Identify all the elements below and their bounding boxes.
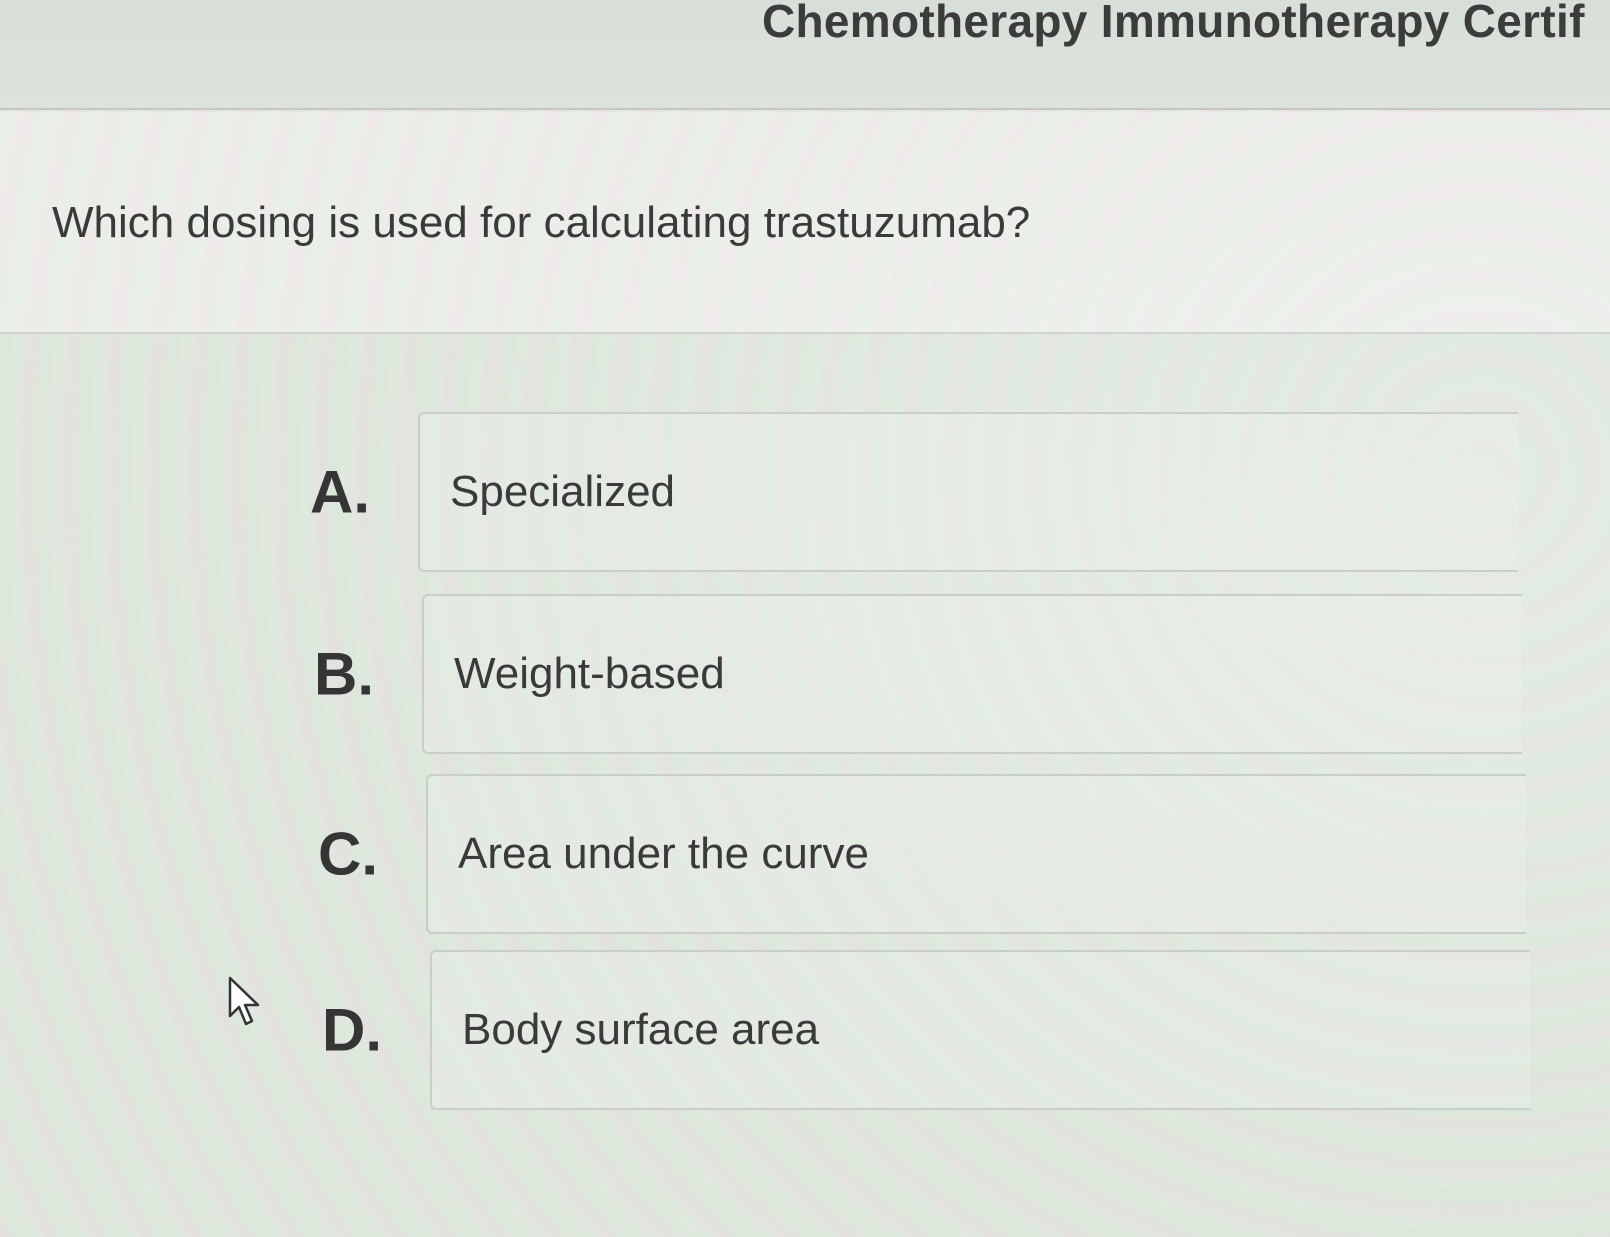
option-b[interactable]: B. Weight-based: [314, 594, 1522, 754]
question-panel: Which dosing is used for calculating tra…: [0, 112, 1610, 334]
option-label-c: Area under the curve: [458, 829, 869, 878]
app-title: Chemotherapy Immunotherapy Certif: [762, 0, 1585, 47]
option-letter-b: B.: [314, 640, 374, 708]
option-b-button[interactable]: Weight-based: [422, 594, 1522, 754]
option-d-button[interactable]: Body surface area: [430, 950, 1530, 1110]
mouse-pointer-icon: [228, 976, 260, 1026]
question-text: Which dosing is used for calculating tra…: [52, 198, 1031, 247]
option-a[interactable]: A. Specialized: [310, 412, 1518, 572]
option-label-d: Body surface area: [462, 1005, 820, 1054]
option-c[interactable]: C. Area under the curve: [318, 774, 1526, 934]
option-d[interactable]: D. Body surface area: [322, 950, 1530, 1110]
option-letter-c: C.: [318, 820, 378, 888]
option-letter-d: D.: [322, 996, 382, 1064]
option-label-a: Specialized: [450, 467, 676, 516]
header-bar: Chemotherapy Immunotherapy Certif: [0, 0, 1610, 110]
option-letter-a: A.: [310, 458, 370, 526]
option-label-b: Weight-based: [454, 649, 725, 698]
option-a-button[interactable]: Specialized: [418, 412, 1518, 572]
option-c-button[interactable]: Area under the curve: [426, 774, 1526, 934]
